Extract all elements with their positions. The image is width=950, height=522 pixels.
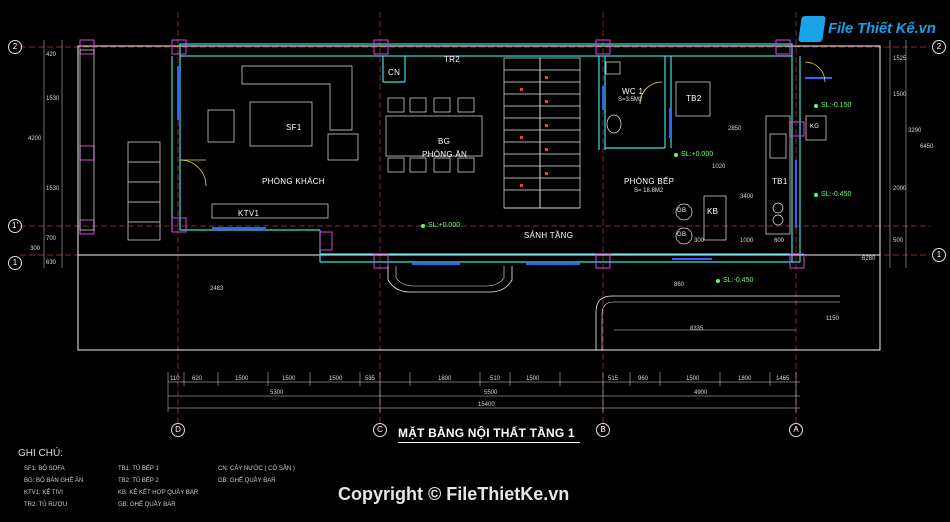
room-dining-label: PHÒNG ĂN bbox=[422, 150, 468, 159]
room-wc-area: S=3.5M2 bbox=[618, 97, 643, 103]
floor-plan bbox=[20, 12, 930, 430]
axis-bubble-c: C bbox=[373, 423, 387, 437]
axis-bubble-right-1: 1 bbox=[932, 248, 946, 262]
axis-bubble-d: D bbox=[171, 423, 185, 437]
axis-bubble-left-1prime: 1' bbox=[8, 219, 22, 233]
logo-mark-icon bbox=[798, 16, 826, 42]
site-boundary bbox=[77, 45, 881, 351]
room-wc-label: WC 1 bbox=[622, 87, 644, 96]
stair-marks bbox=[520, 76, 548, 187]
dimension-total: 15400 bbox=[478, 402, 495, 408]
windows bbox=[177, 66, 832, 265]
axis-bubble-b: B bbox=[596, 423, 610, 437]
drawing-canvas: { "title": "MẶT BẰNG NỘI THẤT TẦNG 1", "… bbox=[0, 0, 950, 522]
furniture-tb2-label: TB2 bbox=[686, 94, 702, 103]
level-back-2: SL:-0.450 bbox=[821, 191, 852, 198]
title-underline bbox=[398, 442, 580, 443]
room-kitchen-label: PHÒNG BẾP bbox=[624, 177, 675, 186]
axis-bubble-left-2: 2 bbox=[8, 40, 22, 54]
level-back-1: SL:-0.150 bbox=[821, 102, 852, 109]
level-markers bbox=[421, 104, 818, 283]
axis-bubble-right-2: 2 bbox=[932, 40, 946, 54]
furniture-cn-label: CN bbox=[388, 68, 401, 77]
furniture-gb1-label: GB bbox=[677, 208, 687, 214]
logo-text: File Thiết Kế.vn bbox=[828, 20, 936, 37]
level-front: SL:-0.450 bbox=[723, 277, 754, 284]
furniture-sofa-label: SF1 bbox=[286, 123, 302, 132]
room-hall-label: SẢNH TẦNG bbox=[524, 231, 574, 240]
drawing-title: MẶT BẰNG NỘI THẤT TẦNG 1 bbox=[398, 426, 575, 440]
bay-window bbox=[387, 266, 513, 293]
site-logo[interactable]: File Thiết Kế.vn bbox=[798, 14, 942, 44]
room-living-label: PHÒNG KHÁCH bbox=[262, 177, 325, 186]
furniture-gb2-label: GB bbox=[677, 232, 687, 238]
furniture-tr2-label: TR2 bbox=[444, 55, 461, 64]
doors bbox=[179, 61, 826, 187]
room-kitchen-area: S= 18.8M2 bbox=[634, 188, 664, 194]
axis-grid-lines bbox=[20, 12, 930, 430]
furniture-kb-label: KB bbox=[707, 207, 719, 216]
axis-bubble-a: A bbox=[789, 423, 803, 437]
furniture-kg-label: KG bbox=[810, 124, 820, 130]
level-hall: SL:+0.000 bbox=[428, 222, 461, 229]
copyright-watermark: Copyright © FileThietKe.vn bbox=[338, 484, 570, 504]
level-kitchen: SL:+0.000 bbox=[681, 151, 714, 158]
legend-heading: GHI CHÚ: bbox=[18, 448, 63, 459]
axis-bubble-left-1: 1 bbox=[8, 256, 22, 270]
furniture-tv-label: KTV1 bbox=[238, 209, 260, 218]
furniture-dining-code: BG bbox=[438, 137, 451, 146]
furniture-tb1-label: TB1 bbox=[772, 177, 788, 186]
